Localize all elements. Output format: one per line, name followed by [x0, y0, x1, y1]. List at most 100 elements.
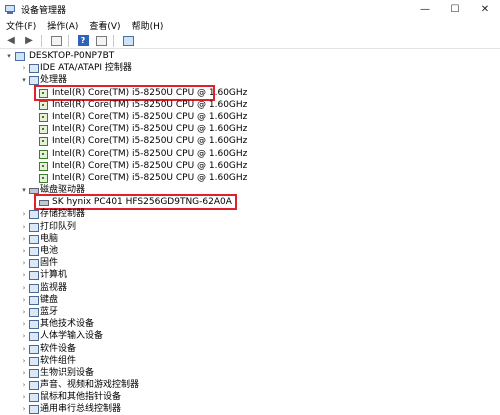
toolbar-separator — [113, 34, 114, 47]
collapse-arrow-icon[interactable]: ▾ — [5, 50, 13, 62]
tree-item-label: Intel(R) Core(TM) i5-8250U CPU @ 1.60GHz — [52, 136, 248, 147]
expand-arrow-icon[interactable]: › — [20, 245, 28, 257]
tree-item-label: DESKTOP-P0NP7BT — [29, 51, 115, 61]
menu-view[interactable]: 查看(V) — [83, 19, 125, 32]
tree-item-label: 电脑 — [40, 233, 59, 244]
cpu-4[interactable]: Intel(R) Core(TM) i5-8250U CPU @ 1.60GHz — [0, 123, 500, 135]
expand-arrow-icon[interactable]: › — [20, 306, 28, 318]
toolbar-separator — [41, 34, 42, 47]
node-print-queue[interactable]: › 打印队列 — [0, 221, 500, 233]
expand-arrow-icon[interactable]: › — [20, 294, 28, 306]
cpu-6[interactable]: Intel(R) Core(TM) i5-8250U CPU @ 1.60GHz — [0, 148, 500, 160]
node-bluetooth[interactable]: › 蓝牙 — [0, 306, 500, 318]
biometric-icon — [29, 368, 39, 378]
menu-help[interactable]: 帮助(H) — [126, 19, 169, 32]
cpu-5[interactable]: Intel(R) Core(TM) i5-8250U CPU @ 1.60GHz — [0, 135, 500, 147]
node-hid[interactable]: › 人体学输入设备 — [0, 330, 500, 342]
expand-arrow-icon[interactable]: › — [20, 221, 28, 233]
monitor-icon — [122, 35, 134, 46]
bluetooth-icon — [29, 307, 39, 317]
storage-icon — [29, 210, 39, 220]
node-ide[interactable]: › IDE ATA/ATAPI 控制器 — [0, 62, 500, 74]
cpu-8[interactable]: Intel(R) Core(TM) i5-8250U CPU @ 1.60GHz — [0, 172, 500, 184]
node-other-devices[interactable]: › 其他技术设备 — [0, 318, 500, 330]
back-button[interactable]: ◀ — [4, 34, 18, 47]
expand-arrow-icon[interactable]: › — [20, 367, 28, 379]
tree-item-label: 生物识别设备 — [40, 367, 95, 378]
hid-icon — [29, 332, 39, 342]
collapse-arrow-icon[interactable]: ▾ — [20, 74, 28, 86]
node-software-devices[interactable]: › 软件设备 — [0, 343, 500, 355]
disk-icon — [29, 188, 39, 195]
battery-icon — [29, 247, 39, 256]
tree-item-label: 监视器 — [40, 282, 68, 293]
cpu-3[interactable]: Intel(R) Core(TM) i5-8250U CPU @ 1.60GHz — [0, 111, 500, 123]
node-storage[interactable]: › 存储控制器 — [0, 208, 500, 220]
expand-arrow-icon[interactable]: › — [20, 282, 28, 294]
computer-icon — [15, 52, 25, 61]
node-monitor[interactable]: › 电脑 — [0, 233, 500, 245]
node-firmware[interactable]: › 固件 — [0, 257, 500, 269]
expand-arrow-icon[interactable]: › — [20, 343, 28, 355]
tree-item-label: Intel(R) Core(TM) i5-8250U CPU @ 1.60GHz — [52, 160, 248, 171]
device-tree: ▾ DESKTOP-P0NP7BT › IDE ATA/ATAPI 控制器 ▾ 处理器 In… — [0, 50, 500, 415]
node-usb[interactable]: › 通用串行总线控制器 — [0, 403, 500, 415]
printer-icon — [29, 222, 39, 232]
help-button[interactable]: ? — [76, 34, 90, 47]
tree-item-label: 软件设备 — [40, 343, 77, 354]
tree-item-label: 键盘 — [40, 294, 59, 305]
collapse-arrow-icon[interactable]: ▾ — [20, 184, 28, 196]
tree-item-label: Intel(R) Core(TM) i5-8250U CPU @ 1.60GHz — [52, 148, 248, 159]
node-battery[interactable]: › 电池 — [0, 245, 500, 257]
expand-arrow-icon[interactable]: › — [20, 62, 28, 74]
close-button[interactable]: ✕ — [470, 0, 500, 18]
node-computer[interactable]: › 计算机 — [0, 269, 500, 281]
cpu-icon — [39, 137, 48, 147]
tree-item-label: 电池 — [40, 246, 59, 256]
node-keyboard[interactable]: › 键盘 — [0, 294, 500, 306]
cpu-1[interactable]: Intel(R) Core(TM) i5-8250U CPU @ 1.60GHz — [0, 84, 500, 101]
expand-arrow-icon[interactable]: › — [20, 379, 28, 391]
software-device-icon — [29, 344, 39, 354]
node-sound[interactable]: › 声音、视频和游戏控制器 — [0, 379, 500, 391]
node-display[interactable]: › 监视器 — [0, 282, 500, 294]
node-mice[interactable]: › 鼠标和其他指针设备 — [0, 391, 500, 403]
scan-hardware-button[interactable] — [121, 34, 135, 47]
cpu-icon — [39, 149, 48, 159]
expand-arrow-icon[interactable]: › — [20, 269, 28, 281]
tree-item-label: IDE ATA/ATAPI 控制器 — [40, 63, 132, 74]
expand-arrow-icon[interactable]: › — [20, 391, 28, 403]
expand-arrow-icon[interactable]: › — [20, 208, 28, 220]
tree-item-label: 人体学输入设备 — [40, 331, 104, 342]
sound-icon — [29, 381, 39, 391]
tree-item-label: 通用串行总线控制器 — [40, 404, 122, 415]
root-computer[interactable]: ▾ DESKTOP-P0NP7BT — [0, 50, 500, 62]
cpu-2[interactable]: Intel(R) Core(TM) i5-8250U CPU @ 1.60GHz — [0, 99, 500, 111]
node-software-components[interactable]: › 软件组件 — [0, 355, 500, 367]
node-biometric[interactable]: › 生物识别设备 — [0, 367, 500, 379]
toolbar: ◀ ▶ ? — [0, 33, 500, 49]
menu-file[interactable]: 文件(F) — [0, 19, 41, 32]
expand-arrow-icon[interactable]: › — [20, 318, 28, 330]
expand-arrow-icon[interactable]: › — [20, 233, 28, 245]
tree-item-label: 鼠标和其他指针设备 — [40, 392, 122, 403]
usb-icon — [29, 405, 39, 415]
expand-arrow-icon[interactable]: › — [20, 355, 28, 367]
disk-1[interactable]: SK hynix PC401 HFS256GD9TNG-62A0A — [0, 194, 500, 211]
firmware-icon — [29, 259, 39, 269]
minimize-button[interactable]: — — [410, 0, 440, 18]
tree-item-label: 固件 — [40, 258, 59, 269]
maximize-button[interactable]: ☐ — [440, 0, 470, 18]
cpu-7[interactable]: Intel(R) Core(TM) i5-8250U CPU @ 1.60GHz — [0, 160, 500, 172]
keyboard-icon — [29, 295, 39, 305]
expand-arrow-icon[interactable]: › — [20, 403, 28, 415]
ide-icon — [29, 64, 39, 74]
view-button[interactable] — [94, 34, 108, 47]
expand-arrow-icon[interactable]: › — [20, 330, 28, 342]
menu-action[interactable]: 操作(A) — [41, 19, 83, 32]
tree-item-label: Intel(R) Core(TM) i5-8250U CPU @ 1.60GHz — [52, 172, 248, 183]
expand-arrow-icon[interactable]: › — [20, 257, 28, 269]
properties-button[interactable] — [49, 34, 63, 47]
tree-item-label: 其他技术设备 — [40, 319, 95, 330]
forward-button[interactable]: ▶ — [22, 34, 36, 47]
